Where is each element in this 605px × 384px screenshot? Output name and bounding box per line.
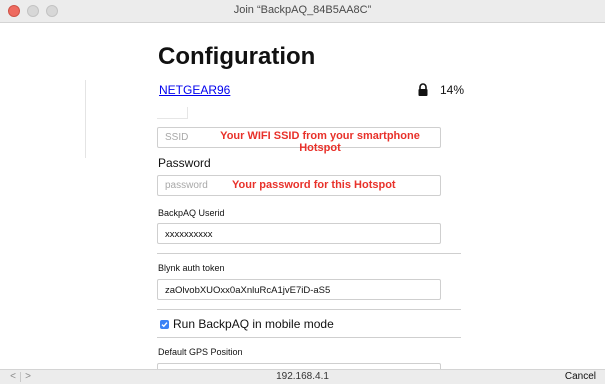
- password-annotation: Your password for this Hotspot: [232, 179, 396, 191]
- divider: [157, 253, 461, 254]
- mobile-mode-checkbox[interactable]: [160, 320, 169, 329]
- userid-label: BackpAQ Userid: [158, 208, 225, 218]
- ssid-annotation: Your WIFI SSID from your smartphone Hots…: [220, 130, 420, 154]
- userid-input[interactable]: xxxxxxxxxx: [157, 223, 441, 244]
- divider: [157, 309, 461, 310]
- divider: [85, 80, 86, 158]
- password-placeholder: password: [165, 180, 208, 191]
- blynk-token-label: Blynk auth token: [158, 263, 225, 273]
- page-title: Configuration: [158, 43, 316, 70]
- checkmark-icon: [161, 322, 168, 328]
- userid-value: xxxxxxxxxx: [165, 229, 213, 240]
- window-title: Join “BackpAQ_84B5AA8C”: [233, 4, 372, 16]
- password-label: Password: [158, 156, 211, 170]
- blynk-token-value: zaOlvobXUOxx0aXnluRcA1jvE7iD-aS5: [165, 285, 331, 296]
- divider: [157, 337, 461, 338]
- network-ssid-link[interactable]: NETGEAR96: [159, 83, 230, 97]
- address-text: 192.168.4.1: [276, 371, 329, 382]
- ssid-placeholder: SSID: [165, 132, 189, 143]
- gps-label: Default GPS Position: [158, 347, 243, 357]
- window-titlebar: Join “BackpAQ_84B5AA8C”: [0, 0, 605, 23]
- mobile-mode-label: Run BackpAQ in mobile mode: [173, 317, 334, 331]
- lock-icon: [418, 83, 428, 96]
- signal-strength: 14%: [440, 83, 465, 97]
- captive-portal-page: Configuration NETGEAR96 14% SSID Your WI…: [0, 23, 605, 369]
- blynk-token-input[interactable]: zaOlvobXUOxx0aXnluRcA1jvE7iD-aS5: [157, 279, 441, 300]
- cancel-button[interactable]: Cancel: [565, 370, 596, 384]
- status-bar: < > 192.168.4.1 Cancel: [0, 369, 605, 384]
- network-list-divider: [157, 107, 188, 119]
